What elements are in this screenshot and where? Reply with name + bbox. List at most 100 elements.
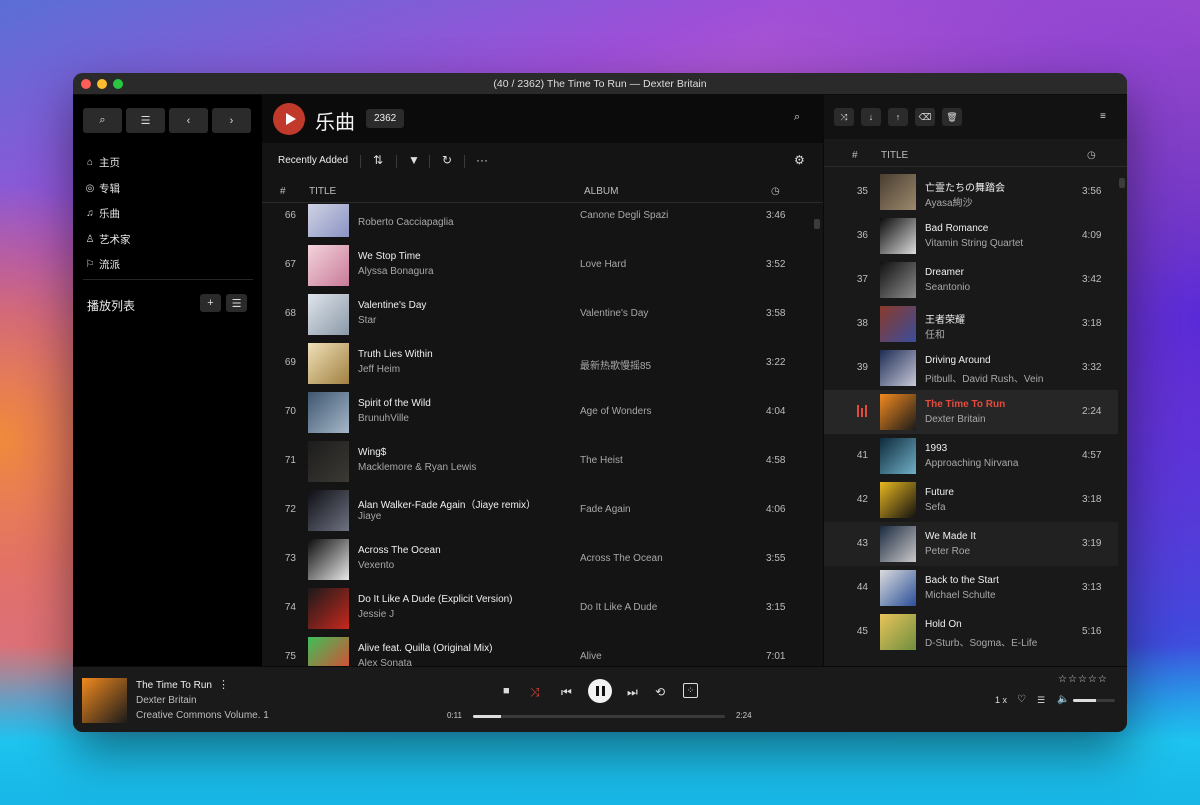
add-playlist-button[interactable]: + xyxy=(200,294,221,312)
play-all-button[interactable] xyxy=(273,103,305,135)
track-album[interactable]: Valentine's Day xyxy=(580,308,648,319)
now-playing-title[interactable]: The Time To Run xyxy=(136,680,212,691)
menu-button[interactable]: ☰ xyxy=(126,108,165,133)
album-cover[interactable] xyxy=(308,392,349,433)
table-row[interactable]: 68 Valentine's Day Star Valentine's Day 3:58 xyxy=(262,290,812,339)
track-artist[interactable]: Star xyxy=(358,315,376,326)
more-options-icon[interactable]: ··· xyxy=(476,153,488,167)
table-row[interactable]: 67 We Stop Time Alyssa Bonagura Love Hard 3:… xyxy=(262,241,812,290)
sort-order-icon[interactable]: ⇅ xyxy=(373,153,383,167)
now-playing-cover[interactable] xyxy=(82,678,127,723)
track-artist[interactable]: Roberto Cacciapaglia xyxy=(358,217,454,228)
col-number[interactable]: # xyxy=(280,186,286,197)
table-row[interactable]: 71 Wing$ Macklemore & Ryan Lewis The Heist 4… xyxy=(262,437,812,486)
next-track-icon[interactable]: ⏭ xyxy=(627,685,638,700)
table-row[interactable]: 70 Spirit of the Wild BrunuhVille Age of Wo… xyxy=(262,388,812,437)
track-album[interactable]: Alive xyxy=(580,651,602,662)
star-icon[interactable]: ☆ xyxy=(1078,674,1087,685)
queue-toggle-icon[interactable]: ☰ xyxy=(1037,695,1045,706)
track-artist[interactable]: Alex Sonata xyxy=(358,658,412,666)
track-album[interactable]: Age of Wonders xyxy=(580,406,652,417)
col-title[interactable]: TITLE xyxy=(309,186,336,197)
stop-icon[interactable]: ■ xyxy=(503,685,510,697)
track-album[interactable]: Fade Again xyxy=(580,504,631,515)
table-row[interactable]: 73 Across The Ocean Vexento Across The Ocea… xyxy=(262,535,812,584)
search-button[interactable]: ⌕ xyxy=(83,108,122,133)
track-album[interactable]: Do It Like A Dude xyxy=(580,602,657,613)
album-cover[interactable] xyxy=(308,245,349,286)
progress-slider[interactable] xyxy=(473,715,725,718)
queue-item[interactable]: 37 Dreamer Seantonio 3:42 xyxy=(824,258,1118,302)
sidebar-item-0[interactable]: ⌂ 主页 xyxy=(83,150,253,176)
queue-item[interactable]: 44 Back to the Start Michael Schulte 3:13 xyxy=(824,566,1118,610)
queue-item[interactable]: 39 Driving Around Pitbull、David Rush、Vein 3… xyxy=(824,346,1118,390)
songs-scrollbar[interactable] xyxy=(814,219,820,229)
queue-item[interactable]: 41 1993 Approaching Nirvana 4:57 xyxy=(824,434,1118,478)
queue-eraser-button[interactable]: ⌫ xyxy=(915,108,935,126)
sidebar-item-2[interactable]: ♫ 乐曲 xyxy=(83,201,253,227)
col-album[interactable]: ALBUM xyxy=(584,186,618,197)
sidebar-item-3[interactable]: ♙ 艺术家 xyxy=(83,227,253,253)
queue-menu-icon[interactable]: ≡ xyxy=(1100,111,1106,122)
album-cover[interactable] xyxy=(308,588,349,629)
sidebar-item-1[interactable]: ◎ 专辑 xyxy=(83,176,253,202)
queue-item[interactable]: 42 Future Sefa 3:18 xyxy=(824,478,1118,522)
table-row[interactable]: 66 Roberto Cacciapaglia Canone Degli Spazi… xyxy=(262,204,812,241)
chevron-left-button[interactable]: ‹ xyxy=(169,108,208,133)
minimize-window-button[interactable] xyxy=(97,79,107,89)
queue-arrow-down-button[interactable]: ↓ xyxy=(861,108,881,126)
track-artist[interactable]: BrunuhVille xyxy=(358,413,409,424)
close-window-button[interactable] xyxy=(81,79,91,89)
queue-item[interactable]: 45 Hold On D-Sturb、Sogma、E-Life 5:16 xyxy=(824,610,1118,654)
album-cover[interactable] xyxy=(308,490,349,531)
table-row[interactable]: 69 Truth Lies Within Jeff Heim 最新热歌慢摇85 3:22 xyxy=(262,339,812,388)
volume-icon[interactable]: 🔈 xyxy=(1057,694,1069,705)
col-duration-clock-icon[interactable]: ◷ xyxy=(771,186,780,197)
track-artist[interactable]: Macklemore & Ryan Lewis xyxy=(358,462,476,473)
now-playing-album[interactable]: Creative Commons Volume. 1 xyxy=(136,710,269,721)
volume-slider[interactable] xyxy=(1073,699,1115,702)
track-artist[interactable]: Jeff Heim xyxy=(358,364,400,375)
table-row[interactable]: 72 Alan Walker-Fade Again（Jiaye remix） Jia… xyxy=(262,486,812,535)
more-vertical-icon[interactable]: ⋮ xyxy=(218,678,229,691)
rating-stars[interactable]: ☆ ☆ ☆ ☆ ☆ xyxy=(1058,674,1107,685)
pause-button[interactable] xyxy=(588,679,612,703)
track-album[interactable]: The Heist xyxy=(580,455,623,466)
heart-icon[interactable]: ♡ xyxy=(1017,694,1026,705)
album-cover[interactable] xyxy=(308,539,349,580)
previous-track-icon[interactable]: ⏮ xyxy=(561,685,572,700)
album-cover[interactable] xyxy=(308,441,349,482)
queue-scrollbar[interactable] xyxy=(1119,178,1125,188)
now-playing-artist[interactable]: Dexter Britain xyxy=(136,695,197,706)
queue-item[interactable]: 43 We Made It Peter Roe 3:19 xyxy=(824,522,1118,566)
queue-item[interactable]: 36 Bad Romance Vitamin String Quartet 4:09 xyxy=(824,214,1118,258)
track-artist[interactable]: Jiaye xyxy=(358,511,381,522)
sort-dropdown[interactable]: Recently Added xyxy=(278,155,348,166)
table-row[interactable]: 75 Alive feat. Quilla (Original Mix) Alex … xyxy=(262,633,812,666)
album-cover[interactable] xyxy=(308,343,349,384)
track-album[interactable]: Across The Ocean xyxy=(580,553,663,564)
star-icon[interactable]: ☆ xyxy=(1098,674,1107,685)
settings-gear-icon[interactable]: ⚙ xyxy=(794,153,805,167)
album-cover[interactable] xyxy=(308,204,349,237)
search-icon[interactable]: ⌕ xyxy=(794,111,800,124)
table-row[interactable]: 74 Do It Like A Dude (Explicit Version) Je… xyxy=(262,584,812,633)
queue-trash-button[interactable]: 🗑 xyxy=(942,108,962,126)
queue-arrow-up-button[interactable]: ↑ xyxy=(888,108,908,126)
sidebar-item-4[interactable]: ⚐ 流派 xyxy=(83,252,253,278)
refresh-icon[interactable]: ↻ xyxy=(442,153,452,167)
filter-icon[interactable]: ▼ xyxy=(408,153,420,167)
playback-rate-button[interactable]: 1 x xyxy=(995,695,1007,705)
playlist-list-button[interactable]: ☰ xyxy=(226,294,247,312)
track-album[interactable]: Love Hard xyxy=(580,259,626,270)
star-icon[interactable]: ☆ xyxy=(1088,674,1097,685)
album-cover[interactable] xyxy=(308,294,349,335)
track-artist[interactable]: Alyssa Bonagura xyxy=(358,266,434,277)
track-album[interactable]: 最新热歌慢摇85 xyxy=(580,357,651,372)
queue-shuffle-button[interactable]: ⤨ xyxy=(834,108,854,126)
repeat-icon[interactable]: ⟲ xyxy=(655,685,665,699)
queue-item-now-playing[interactable]: The Time To Run Dexter Britain 2:24 xyxy=(824,390,1118,434)
star-icon[interactable]: ☆ xyxy=(1068,674,1077,685)
track-artist[interactable]: Jessie J xyxy=(358,609,394,620)
album-cover[interactable] xyxy=(308,637,349,666)
